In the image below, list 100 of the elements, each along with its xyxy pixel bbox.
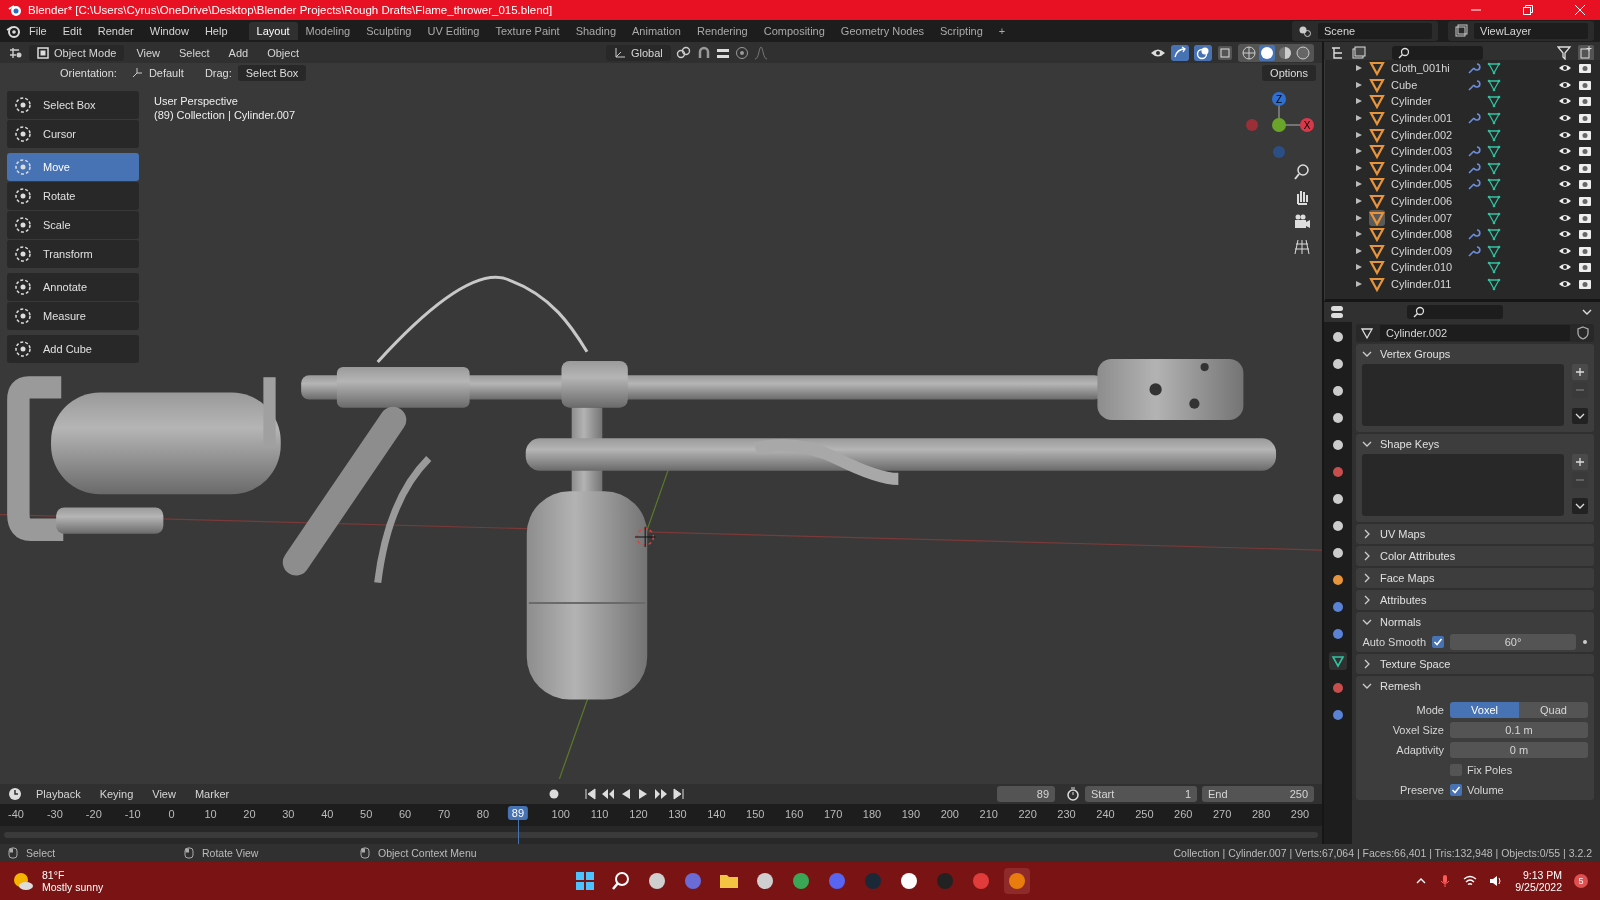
jump-start-icon[interactable] [584, 788, 597, 800]
tool-button[interactable]: Measure [7, 302, 139, 330]
search-field[interactable] [1407, 305, 1503, 319]
wrench-icon[interactable] [1467, 77, 1481, 92]
rendered-shading-icon[interactable] [1295, 44, 1311, 61]
tool-button[interactable]: Cursor [7, 120, 139, 148]
playhead[interactable]: 89 [507, 806, 529, 820]
navigation-gizmo[interactable]: Z X [1239, 85, 1319, 165]
mesh-object-icon[interactable] [1369, 143, 1385, 160]
camera-icon[interactable] [1578, 62, 1592, 75]
mesh-data-icon[interactable] [1487, 277, 1501, 291]
jump-end-icon[interactable] [673, 788, 686, 800]
workspace-tab[interactable]: Layout [248, 22, 298, 40]
wrench-icon[interactable] [1467, 177, 1481, 192]
mesh-data-icon[interactable] [1487, 260, 1501, 275]
mesh-data-icon[interactable] [1360, 326, 1374, 340]
camera-icon[interactable] [1578, 145, 1592, 158]
next-keyframe-icon[interactable] [654, 788, 669, 800]
clock-icon[interactable] [8, 787, 24, 801]
mesh-object-icon[interactable] [1369, 76, 1385, 93]
wrench-icon[interactable] [1467, 160, 1481, 175]
workspace-tab[interactable]: Compositing [755, 22, 833, 40]
wrench-icon[interactable] [1467, 144, 1481, 159]
workspace-tab[interactable]: UV Editing [419, 22, 488, 40]
restore-icon[interactable] [1522, 4, 1534, 16]
mesh-data-icon[interactable] [1487, 77, 1501, 92]
panel-header[interactable]: Remesh [1356, 676, 1594, 696]
workspace-tab[interactable]: Scripting [932, 22, 991, 40]
mesh-object-icon[interactable] [1369, 176, 1385, 193]
mesh-data-icon[interactable] [1487, 61, 1501, 76]
outliner-item[interactable]: Cylinder.010 [1391, 261, 1461, 274]
outliner-item[interactable]: Cylinder.003 [1391, 145, 1461, 158]
outliner-item[interactable]: Cube [1391, 78, 1461, 91]
fuel-tank-drawing[interactable] [7, 376, 281, 541]
panel-header[interactable]: Texture Space [1356, 654, 1594, 674]
menu-item[interactable]: Playback [29, 786, 88, 802]
end-frame-field[interactable]: End 250 [1202, 786, 1314, 802]
panel-header[interactable]: Attributes [1356, 590, 1594, 610]
current-frame-field[interactable]: 89 [997, 786, 1055, 802]
checkbox[interactable] [1432, 635, 1444, 648]
solid-shading-icon[interactable] [1259, 44, 1275, 61]
menu-item[interactable]: File [22, 23, 54, 39]
menu-item[interactable]: View [145, 786, 183, 802]
mesh-data-icon[interactable] [1487, 94, 1501, 109]
outliner-item[interactable]: Cylinder.002 [1391, 128, 1461, 141]
orientation-dropdown[interactable]: Default [122, 65, 199, 81]
wrench-icon[interactable] [1467, 111, 1481, 126]
properties-tab-icon[interactable] [1329, 652, 1347, 670]
outliner-item[interactable]: Cylinder.008 [1391, 228, 1461, 241]
menu-item[interactable]: View [129, 44, 168, 61]
clock-time[interactable]: 9:13 PM [1522, 869, 1562, 881]
speaker-icon[interactable] [1489, 875, 1504, 887]
options-dropdown[interactable]: Options [1262, 65, 1316, 81]
gizmo-toggle-icon[interactable] [1171, 44, 1189, 61]
camera-icon[interactable] [1578, 228, 1592, 241]
menu-item[interactable]: Add [221, 44, 256, 61]
add-icon[interactable] [1572, 454, 1588, 470]
camera-icon[interactable] [1578, 261, 1592, 274]
panel-header[interactable]: Face Maps [1356, 568, 1594, 588]
shield-icon[interactable] [1576, 326, 1590, 340]
mesh-data-icon[interactable] [1487, 194, 1501, 209]
clock-date[interactable]: 9/25/2022 [1515, 881, 1562, 893]
workspace-tab[interactable]: Animation [624, 22, 689, 40]
scrollbar[interactable] [4, 832, 1318, 838]
outliner-item[interactable]: Cylinder.005 [1391, 178, 1461, 191]
wifi-icon[interactable] [1463, 875, 1478, 887]
display-mode-icon[interactable] [1351, 45, 1367, 60]
workspace-tab[interactable]: Shading [567, 22, 625, 40]
play-reverse-icon[interactable] [620, 788, 633, 800]
mesh-object-icon[interactable] [1369, 193, 1385, 210]
menu-item[interactable]: Marker [187, 786, 237, 802]
proportional-editing-icon[interactable] [734, 45, 749, 60]
zoom-icon[interactable] [1293, 163, 1311, 181]
wrench-icon[interactable] [1467, 61, 1481, 76]
outliner-item[interactable]: Cylinder.001 [1391, 112, 1461, 125]
wireframe-shading-icon[interactable] [1241, 44, 1257, 61]
panel-header[interactable]: Normals [1356, 612, 1594, 632]
wrench-icon[interactable] [1467, 227, 1481, 242]
mesh-object-icon[interactable] [1369, 60, 1385, 77]
number-field[interactable]: 0.1 m [1450, 721, 1588, 738]
chevron-down-icon[interactable] [1572, 498, 1588, 514]
view-layer-selector[interactable]: ViewLayer [1448, 21, 1594, 41]
new-collection-icon[interactable] [1578, 44, 1594, 61]
menu-item[interactable]: Select [172, 44, 217, 61]
menu-item[interactable]: Help [197, 23, 235, 39]
number-field[interactable]: 0 m [1450, 741, 1588, 758]
mesh-object-icon[interactable] [1369, 209, 1385, 226]
menu-item[interactable]: Keying [92, 786, 141, 802]
scene-selector[interactable]: Scene [1292, 21, 1438, 41]
angle-field[interactable]: 60° [1450, 633, 1576, 650]
magnet-icon[interactable] [696, 45, 711, 60]
camera-icon[interactable] [1578, 161, 1592, 174]
falloff-curve-icon[interactable] [753, 45, 768, 60]
tool-button[interactable]: Select Box [7, 91, 139, 119]
blender-logo-icon[interactable] [6, 24, 20, 38]
mode-dropdown[interactable]: Object Mode [29, 44, 125, 61]
camera-icon[interactable] [1578, 128, 1592, 141]
workspace-tab[interactable]: Modeling [297, 22, 359, 40]
camera-icon[interactable] [1578, 278, 1592, 290]
tool-button[interactable]: Add Cube [7, 335, 139, 363]
